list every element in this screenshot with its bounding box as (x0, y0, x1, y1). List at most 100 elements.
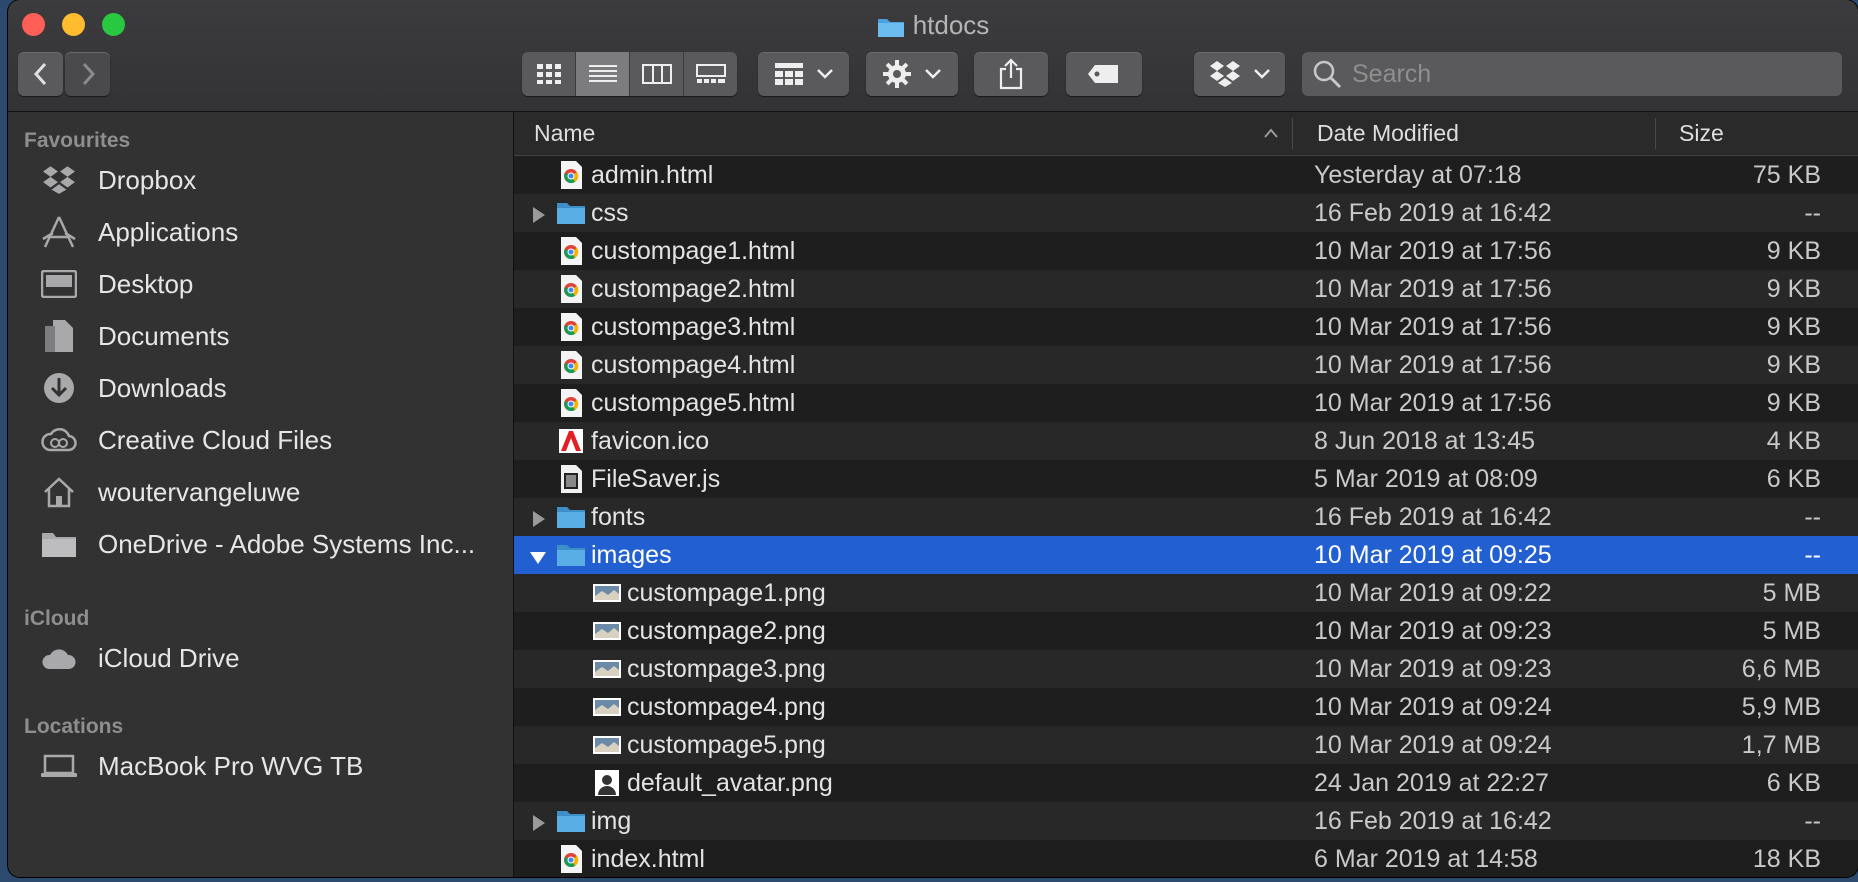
group-by-button[interactable] (758, 52, 849, 96)
file-size: -- (1804, 807, 1821, 835)
file-name: custompage3.png (627, 655, 826, 683)
image-file-icon (592, 616, 622, 646)
sidebar-section-locations: Locations (24, 715, 124, 738)
disclosure-collapsed-icon[interactable] (528, 811, 548, 831)
column-size-header[interactable]: Size (1679, 112, 1724, 155)
sidebar-item-applications[interactable]: Applications (8, 206, 513, 258)
home-icon (40, 473, 78, 511)
disclosure-collapsed-icon[interactable] (528, 507, 548, 527)
sidebar-item-documents[interactable]: Documents (8, 310, 513, 362)
file-date-modified: 10 Mar 2019 at 17:56 (1314, 275, 1552, 303)
sidebar-item-label: iCloud Drive (98, 642, 240, 673)
file-size: 75 KB (1752, 161, 1821, 189)
toolbar: htdocs (8, 0, 1858, 112)
folder-icon (877, 14, 905, 44)
file-size: -- (1804, 199, 1821, 227)
file-row[interactable]: admin.html Yesterday at 07:18 75 KB (514, 156, 1858, 194)
sidebar-item-creative-cloud[interactable]: Creative Cloud Files (8, 414, 513, 466)
sidebar-section-favourites: Favourites (24, 129, 131, 152)
sidebar: Favourites Dropbox Applications Desktop … (8, 112, 514, 877)
file-row[interactable]: custompage2.png 10 Mar 2019 at 09:23 5 MB (514, 612, 1858, 650)
file-date-modified: 16 Feb 2019 at 16:42 (1314, 199, 1552, 227)
list-icon (588, 65, 617, 82)
sidebar-section-icloud: iCloud (24, 607, 90, 630)
folder-icon (556, 198, 586, 228)
disclosure-collapsed-icon[interactable] (528, 203, 548, 223)
chevron-down-icon (816, 69, 833, 79)
desktop-icon (40, 265, 78, 303)
folder-row[interactable]: fonts 16 Feb 2019 at 16:42 -- (514, 498, 1858, 536)
tags-button[interactable] (1066, 52, 1142, 96)
file-row[interactable]: default_avatar.png 24 Jan 2019 at 22:27 6 … (514, 764, 1858, 802)
file-row[interactable]: custompage4.html 10 Mar 2019 at 17:56 9 KB (514, 346, 1858, 384)
chrome-html-file-icon (556, 312, 586, 342)
action-button[interactable] (866, 52, 958, 96)
search-field[interactable] (1302, 52, 1842, 96)
column-header: Name Date Modified Size (514, 112, 1858, 156)
laptop-icon (40, 747, 78, 785)
file-row[interactable]: custompage1.html 10 Mar 2019 at 17:56 9 KB (514, 232, 1858, 270)
grid-icon (536, 64, 561, 84)
sidebar-item-onedrive[interactable]: OneDrive - Adobe Systems Inc... (8, 518, 513, 570)
forward-button[interactable] (65, 52, 110, 96)
creative-cloud-icon (40, 421, 78, 459)
file-size: 9 KB (1766, 351, 1821, 379)
file-date-modified: 10 Mar 2019 at 09:25 (1314, 541, 1552, 569)
file-name: fonts (591, 503, 646, 531)
file-row[interactable]: custompage5.png 10 Mar 2019 at 09:24 1,7 M… (514, 726, 1858, 764)
sidebar-item-label: Desktop (98, 268, 194, 299)
folder-icon (556, 540, 586, 570)
gallery-view-button[interactable] (684, 52, 737, 96)
share-button[interactable] (974, 52, 1048, 96)
file-size: 6 KB (1766, 769, 1821, 797)
column-view-button[interactable] (630, 52, 684, 96)
dropbox-button[interactable] (1194, 52, 1285, 96)
chevron-left-icon (33, 62, 46, 86)
file-size: 9 KB (1766, 237, 1821, 265)
back-button[interactable] (18, 52, 63, 96)
file-row[interactable]: custompage1.png 10 Mar 2019 at 09:22 5 MB (514, 574, 1858, 612)
file-date-modified: 10 Mar 2019 at 09:23 (1314, 617, 1552, 645)
column-divider[interactable] (1655, 118, 1656, 149)
file-name: favicon.ico (591, 427, 710, 455)
file-row[interactable]: custompage3.html 10 Mar 2019 at 17:56 9 KB (514, 308, 1858, 346)
sidebar-item-desktop[interactable]: Desktop (8, 258, 513, 310)
tag-icon (1088, 65, 1118, 83)
column-divider[interactable] (1292, 118, 1293, 149)
folder-row[interactable]: img 16 Feb 2019 at 16:42 -- (514, 802, 1858, 840)
file-name: custompage2.html (591, 275, 796, 303)
sidebar-item-icloud-drive[interactable]: iCloud Drive (8, 632, 513, 684)
file-row[interactable]: custompage3.png 10 Mar 2019 at 09:23 6,6 M… (514, 650, 1858, 688)
columns-icon (641, 64, 672, 84)
folder-row[interactable]: images 10 Mar 2019 at 09:25 -- (514, 536, 1858, 574)
sidebar-item-dropbox[interactable]: Dropbox (8, 154, 513, 206)
file-list: Name Date Modified Size admin.html Yester… (514, 112, 1858, 877)
column-date-header[interactable]: Date Modified (1317, 112, 1459, 155)
file-row[interactable]: index.html 6 Mar 2019 at 14:58 18 KB (514, 840, 1858, 877)
file-name: custompage1.png (627, 579, 826, 607)
list-view-button[interactable] (576, 52, 630, 96)
chrome-html-file-icon (556, 160, 586, 190)
file-row[interactable]: custompage2.html 10 Mar 2019 at 17:56 9 KB (514, 270, 1858, 308)
sidebar-item-downloads[interactable]: Downloads (8, 362, 513, 414)
file-row[interactable]: custompage4.png 10 Mar 2019 at 09:24 5,9 M… (514, 688, 1858, 726)
disclosure-expanded-icon[interactable] (528, 545, 548, 565)
sidebar-item-macbook[interactable]: MacBook Pro WVG TB (8, 740, 513, 792)
file-size: 6,6 MB (1741, 655, 1821, 683)
file-row[interactable]: custompage5.html 10 Mar 2019 at 17:56 9 KB (514, 384, 1858, 422)
adobe-file-icon (556, 426, 586, 456)
chrome-html-file-icon (556, 388, 586, 418)
image-file-icon (592, 730, 622, 760)
file-name: custompage2.png (627, 617, 826, 645)
sidebar-item-label: Dropbox (98, 164, 197, 195)
avatar-image-icon (592, 768, 622, 798)
folder-icon (556, 502, 586, 532)
search-input[interactable] (1350, 58, 1824, 90)
icon-view-button[interactable] (522, 52, 576, 96)
folder-row[interactable]: css 16 Feb 2019 at 16:42 -- (514, 194, 1858, 232)
column-name-header[interactable]: Name (534, 112, 595, 155)
sidebar-item-home[interactable]: woutervangeluwe (8, 466, 513, 518)
file-row[interactable]: favicon.ico 8 Jun 2018 at 13:45 4 KB (514, 422, 1858, 460)
folder-icon (556, 806, 586, 836)
file-row[interactable]: FileSaver.js 5 Mar 2019 at 08:09 6 KB (514, 460, 1858, 498)
